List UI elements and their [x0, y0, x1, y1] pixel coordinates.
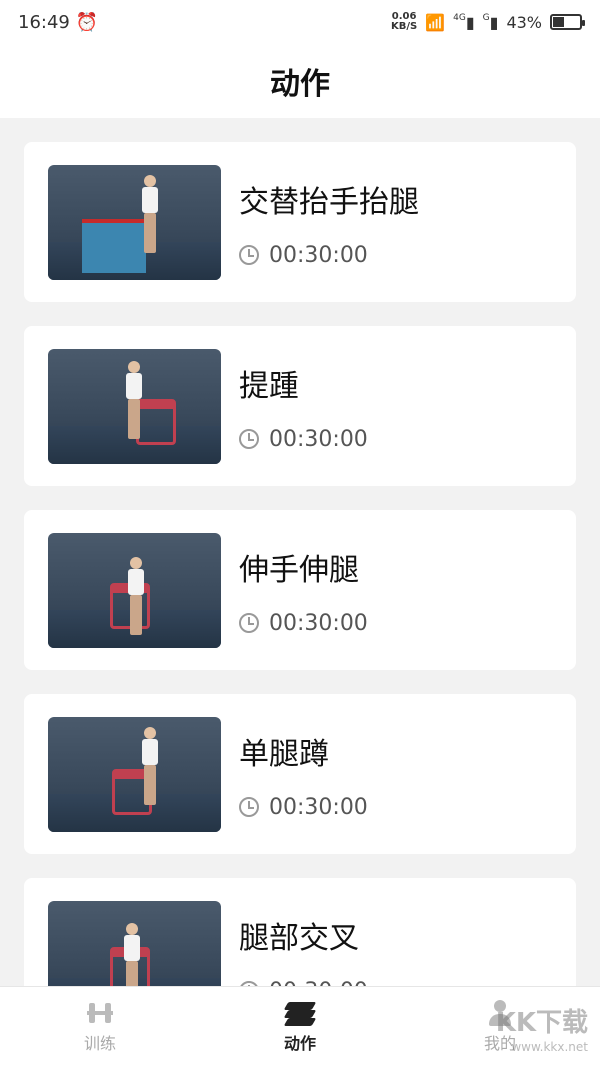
- exercise-thumbnail: [48, 348, 221, 464]
- status-right: 0.06 KB/S 📶 4G▮ G▮ 43%: [391, 12, 585, 32]
- exercise-info: 伸手伸腿 00:30:00: [239, 545, 368, 636]
- exercise-card[interactable]: 交替抬手抬腿 00:30:00: [24, 142, 576, 302]
- duration-text: 00:30:00: [269, 242, 368, 268]
- status-time: 16:49: [18, 11, 70, 33]
- exercise-name: 伸手伸腿: [239, 552, 359, 588]
- exercise-thumbnail: [48, 716, 221, 832]
- page-header: 动作: [0, 44, 600, 118]
- exercise-card[interactable]: 提踵 00:30:00: [24, 326, 576, 486]
- nav-label-training: 训练: [83, 1034, 116, 1053]
- exercise-info: 单腿蹲 00:30:00: [239, 729, 368, 820]
- battery-text: 43%: [506, 12, 542, 32]
- watermark: KK下载 www.kkx.net: [495, 1008, 588, 1059]
- signal-a: 4G▮: [453, 12, 475, 32]
- exercise-info: 交替抬手抬腿 00:30:00: [239, 177, 419, 268]
- watermark-brand: KK下载: [495, 1008, 588, 1038]
- dumbbell-icon: [83, 1000, 117, 1026]
- nav-label-actions: 动作: [283, 1034, 316, 1053]
- signal-b: G▮: [482, 12, 499, 32]
- layers-icon: [283, 1000, 317, 1026]
- status-bar: 16:49 ⏰ 0.06 KB/S 📶 4G▮ G▮ 43%: [0, 0, 600, 44]
- battery-fill: [553, 17, 564, 27]
- exercise-card[interactable]: 伸手伸腿 00:30:00: [24, 510, 576, 670]
- exercise-thumbnail: [48, 532, 221, 648]
- duration-text: 00:30:00: [269, 426, 368, 452]
- nav-item-actions[interactable]: 动作: [240, 1000, 360, 1054]
- battery-icon: [550, 14, 585, 30]
- exercise-card[interactable]: 单腿蹲 00:30:00: [24, 694, 576, 854]
- exercise-name: 腿部交叉: [239, 920, 359, 956]
- exercise-duration: 00:30:00: [239, 243, 419, 268]
- exercise-name: 交替抬手抬腿: [239, 184, 419, 220]
- exercise-duration: 00:30:00: [239, 795, 368, 820]
- exercise-name: 单腿蹲: [239, 736, 329, 772]
- exercise-name: 提踵: [239, 368, 299, 404]
- duration-text: 00:30:00: [269, 610, 368, 636]
- exercise-duration: 00:30:00: [239, 611, 368, 636]
- nav-item-training[interactable]: 训练: [40, 1000, 160, 1054]
- watermark-url: www.kkx.net: [511, 1040, 588, 1054]
- exercise-thumbnail: [48, 164, 221, 280]
- net-speed-unit: KB/S: [390, 21, 418, 32]
- clock-icon: [239, 797, 259, 817]
- exercise-duration: 00:30:00: [239, 427, 368, 452]
- alarm-icon: ⏰: [75, 11, 99, 33]
- status-left: 16:49 ⏰: [18, 12, 98, 33]
- exercise-info: 提踵 00:30:00: [239, 361, 368, 452]
- clock-icon: [239, 245, 259, 265]
- clock-icon: [239, 429, 259, 449]
- page-title: 动作: [270, 67, 330, 102]
- wifi-icon: 📶: [425, 12, 446, 32]
- exercise-list: 交替抬手抬腿 00:30:00 提踵 00:30:00 伸手伸腿 00:30:0…: [24, 142, 576, 1062]
- duration-text: 00:30:00: [269, 794, 368, 820]
- net-speed: 0.06 KB/S: [391, 12, 417, 32]
- clock-icon: [239, 613, 259, 633]
